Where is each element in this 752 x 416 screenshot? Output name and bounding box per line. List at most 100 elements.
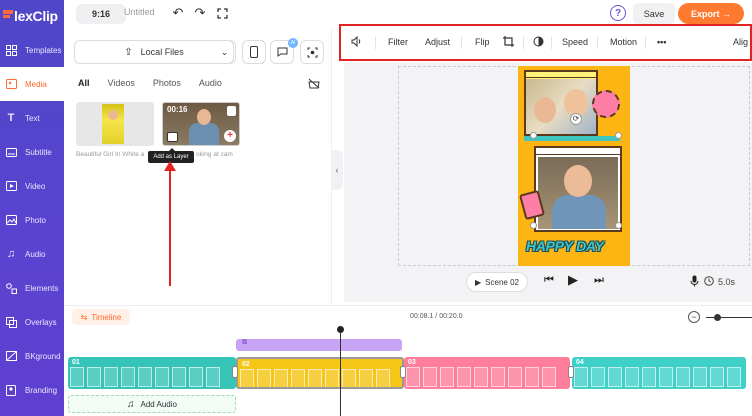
- zoom-slider[interactable]: [706, 317, 752, 318]
- local-files-dropdown[interactable]: ⌄: [214, 40, 236, 64]
- divider: [523, 37, 524, 49]
- rotate-icon[interactable]: ⟳: [570, 113, 582, 125]
- resize-handle[interactable]: [530, 132, 537, 139]
- girl-sweater: [552, 195, 606, 229]
- sidebar-item-text[interactable]: T Text: [0, 101, 64, 135]
- clip-thumbnail-frame: [104, 367, 118, 387]
- playhead[interactable]: [340, 328, 341, 416]
- clip-thumbnail-frame: [342, 369, 356, 387]
- sidebar-item-media[interactable]: Media: [0, 67, 64, 101]
- align-button[interactable]: Alig: [733, 37, 748, 47]
- adjust-button[interactable]: Adjust: [425, 37, 450, 47]
- clip-thumbnail-frame: [676, 367, 690, 387]
- trash-icon[interactable]: [227, 106, 236, 116]
- media-item-video[interactable]: 00:16 +: [162, 102, 240, 146]
- scene-clip-02[interactable]: 02: [236, 357, 404, 389]
- previous-scene-icon[interactable]: ⏮: [544, 274, 554, 287]
- sidebar-item-templates[interactable]: Templates: [0, 33, 64, 67]
- play-button[interactable]: ▶: [568, 272, 578, 288]
- record-button[interactable]: [300, 40, 324, 64]
- scene-clip-03[interactable]: 03: [404, 357, 570, 389]
- timeline-icon: ⇆: [80, 312, 88, 322]
- clip-thumbnail-frame: [274, 369, 288, 387]
- chat-icon: [277, 47, 287, 57]
- add-audio-label: Add Audio: [140, 399, 177, 409]
- clip-thumbnail-frame: [440, 367, 454, 387]
- divider: [461, 37, 462, 49]
- media-item-photo[interactable]: [76, 102, 154, 146]
- chevron-down-icon: ⌄: [220, 46, 229, 57]
- scene-clip-04[interactable]: 04: [572, 357, 746, 389]
- sidebar-item-video[interactable]: Video: [0, 169, 64, 203]
- sidebar-item-photo[interactable]: Photo: [0, 203, 64, 237]
- happy-day-text[interactable]: HAPPY DAY: [526, 238, 622, 254]
- add-to-timeline-icon[interactable]: +: [224, 130, 236, 142]
- speed-button[interactable]: Speed: [562, 37, 588, 47]
- app-logo[interactable]: lexClip: [0, 0, 64, 32]
- playhead-handle[interactable]: [337, 326, 344, 333]
- resize-handle[interactable]: [530, 222, 537, 229]
- clip-thumbnail-frame: [257, 369, 271, 387]
- girl-video: [538, 157, 618, 229]
- media-tabs: All Videos Photos Audio: [78, 78, 240, 88]
- scene-selector[interactable]: ▶ Scene 02: [466, 272, 528, 292]
- video-canvas[interactable]: HAPPY DAY: [518, 66, 630, 266]
- scene-clip-01[interactable]: 01: [68, 357, 236, 389]
- resize-handle[interactable]: [615, 222, 622, 229]
- tab-photos[interactable]: Photos: [153, 78, 181, 88]
- sidebar-item-bkground[interactable]: BKground: [0, 339, 64, 373]
- clip-thumbnail-frame: [87, 367, 101, 387]
- microphone-icon[interactable]: [690, 275, 699, 290]
- motion-button[interactable]: Motion: [610, 37, 637, 47]
- sidebar-item-audio[interactable]: ♫ Audio: [0, 237, 64, 271]
- help-icon[interactable]: ?: [610, 5, 626, 21]
- tab-all[interactable]: All: [78, 78, 90, 88]
- timeline-toggle-button[interactable]: ⇆ Timeline: [72, 309, 130, 325]
- sidebar-item-branding[interactable]: Branding: [0, 373, 64, 407]
- export-button[interactable]: Export →: [678, 3, 744, 24]
- more-options-button[interactable]: •••: [657, 37, 666, 47]
- redo-icon[interactable]: ↷: [192, 5, 208, 21]
- save-button[interactable]: Save: [633, 3, 675, 24]
- phone-upload-button[interactable]: [242, 40, 266, 64]
- logo-mark-icon: [3, 9, 13, 23]
- zoom-slider-handle[interactable]: [714, 314, 721, 321]
- scene-duration[interactable]: 5.0s: [718, 277, 735, 287]
- tab-videos[interactable]: Videos: [108, 78, 135, 88]
- clip-thumbnail-frame: [423, 367, 437, 387]
- video-layer[interactable]: [534, 146, 622, 232]
- undo-icon[interactable]: ↶: [170, 5, 186, 21]
- local-files-button[interactable]: ⇪ Local Files: [74, 40, 234, 64]
- fullscreen-icon[interactable]: [214, 5, 230, 21]
- zoom-out-icon[interactable]: −: [688, 311, 700, 323]
- flip-button[interactable]: Flip: [475, 37, 490, 47]
- aspect-ratio-button[interactable]: 9:16: [76, 4, 126, 24]
- tab-audio[interactable]: Audio: [199, 78, 222, 88]
- video-preview-face: [197, 109, 211, 125]
- media-panel: ⇪ Local Files ⌄ AI All Videos Photos Aud…: [64, 28, 332, 304]
- add-as-layer-icon[interactable]: [167, 132, 178, 142]
- sidebar-item-elements[interactable]: Elements: [0, 271, 64, 305]
- opacity-icon[interactable]: [533, 36, 544, 49]
- clip-thumbnail-frame: [155, 367, 169, 387]
- photo-window-frame: [524, 70, 598, 136]
- hide-used-icon[interactable]: [308, 78, 320, 92]
- resize-handle[interactable]: [615, 132, 622, 139]
- next-scene-icon[interactable]: ⏭: [594, 274, 604, 287]
- transition-marker[interactable]: [568, 366, 574, 378]
- clip-number: 02: [242, 361, 250, 368]
- transition-marker[interactable]: [400, 366, 406, 378]
- collapse-panel-button[interactable]: ‹: [331, 150, 343, 190]
- clip-thumbnail-frame: [457, 367, 471, 387]
- transition-marker[interactable]: [232, 366, 238, 378]
- flower-sticker: [592, 90, 620, 118]
- crop-icon[interactable]: [503, 36, 514, 49]
- sidebar-item-subtitle[interactable]: Subtitle: [0, 135, 64, 169]
- filter-button[interactable]: Filter: [388, 37, 408, 47]
- sidebar-item-overlays[interactable]: Overlays: [0, 305, 64, 339]
- volume-icon[interactable]: [351, 35, 363, 49]
- project-title[interactable]: Untitled: [124, 7, 155, 17]
- layer-track[interactable]: ⧉: [236, 339, 402, 351]
- add-audio-button[interactable]: ♫ Add Audio: [68, 395, 236, 413]
- ai-badge: AI: [288, 38, 298, 48]
